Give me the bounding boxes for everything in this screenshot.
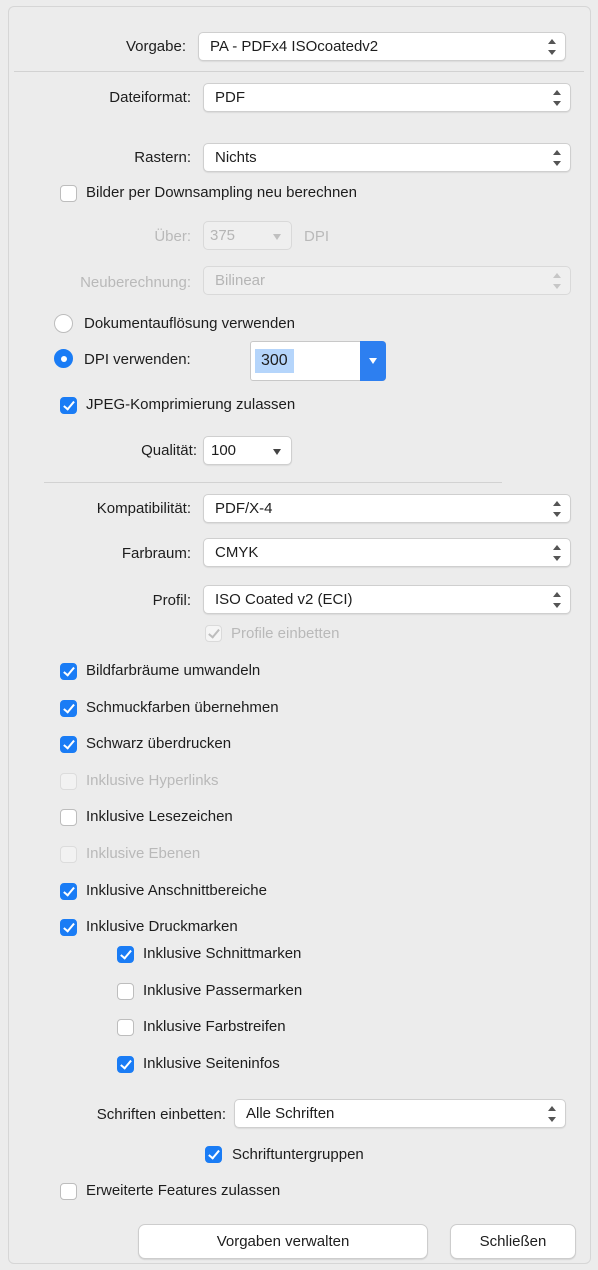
- erweitert-label: Erweiterte Features zulassen: [86, 1182, 281, 1199]
- bildfarbr-ume-umwandeln-label: Bildfarbräume umwandeln: [86, 662, 261, 679]
- schriften-value: Alle Schriften: [246, 1105, 335, 1122]
- kompatibilitaet-value: PDF/X-4: [215, 500, 273, 517]
- inklusive-farbstreifen-label: Inklusive Farbstreifen: [143, 1018, 286, 1036]
- inklusive-farbstreifen-checkbox[interactable]: [117, 1019, 134, 1037]
- rastern-label: Rastern:: [134, 149, 191, 166]
- farbraum-label: Farbraum:: [121, 545, 191, 562]
- profil-label: Profil:: [152, 592, 191, 609]
- schwarz-berdrucken-label: Schwarz überdrucken: [86, 735, 232, 753]
- neuberechnung-popup: Bilinear: [203, 266, 571, 295]
- inklusive-ebenen-label: Inklusive Ebenen: [86, 845, 201, 862]
- profile-einbetten-checkbox: [205, 625, 222, 642]
- up-down-chevron-icon: [548, 39, 556, 55]
- up-down-chevron-icon: [553, 501, 561, 517]
- profil-value: ISO Coated v2 (ECI): [215, 591, 353, 608]
- schwarz-berdrucken-checkbox[interactable]: [60, 736, 77, 754]
- inklusive-anschnittbereiche-checkbox[interactable]: [60, 882, 77, 900]
- neuberechnung-value: Bilinear: [215, 272, 266, 289]
- ueber-popup: 375: [203, 221, 292, 250]
- inklusive-anschnittbereiche-label: Inklusive Anschnittbereiche: [86, 881, 267, 899]
- dateiformat-popup[interactable]: PDF: [203, 83, 571, 112]
- doc-resolution-radio[interactable]: [54, 314, 73, 333]
- inklusive-druckmarken-checkbox[interactable]: [60, 919, 77, 937]
- kompatibilitaet-label: Kompatibilität:: [96, 500, 191, 517]
- chevron-down-icon[interactable]: [360, 341, 386, 381]
- inklusive-seiteninfos-label: Inklusive Seiteninfos: [143, 1054, 280, 1072]
- inklusive-seiteninfos-checkbox[interactable]: [117, 1055, 134, 1073]
- chevron-down-icon: [273, 449, 281, 455]
- inklusive-passermarken-checkbox[interactable]: [117, 982, 134, 1000]
- kompatibilitaet-popup[interactable]: PDF/X-4: [203, 494, 571, 523]
- erweitert-checkbox[interactable]: [60, 1183, 77, 1200]
- inklusive-druckmarken-label: Inklusive Druckmarken: [86, 918, 238, 936]
- dateiformat-value: PDF: [215, 89, 245, 106]
- separator: [14, 71, 584, 72]
- downsampling-checkbox[interactable]: [60, 185, 77, 202]
- up-down-chevron-icon: [553, 545, 561, 561]
- inklusive-hyperlinks-label: Inklusive Hyperlinks: [86, 771, 219, 789]
- up-down-chevron-icon: [553, 592, 561, 608]
- dateiformat-label: Dateiformat:: [109, 89, 191, 106]
- separator: [44, 482, 502, 483]
- farbraum-value: CMYK: [215, 544, 259, 561]
- jpeg-checkbox[interactable]: [60, 397, 77, 414]
- profil-popup[interactable]: ISO Coated v2 (ECI): [203, 585, 571, 614]
- close-button[interactable]: Schließen: [450, 1224, 576, 1259]
- dpi-combobox[interactable]: 300: [250, 341, 386, 381]
- bildfarbr-ume-umwandeln-checkbox[interactable]: [60, 663, 77, 680]
- dpi-label: DPI verwenden:: [84, 351, 191, 368]
- manage-presets-button[interactable]: Vorgaben verwalten: [138, 1224, 428, 1259]
- chevron-down-icon: [273, 234, 281, 240]
- downsampling-label: Bilder per Downsampling neu berechnen: [86, 184, 357, 201]
- doc-resolution-label: Dokumentauflösung verwenden: [84, 315, 295, 332]
- ueber-label: Über:: [154, 228, 191, 245]
- inklusive-lesezeichen-label: Inklusive Lesezeichen: [86, 808, 233, 826]
- up-down-chevron-icon: [548, 1106, 556, 1122]
- rastern-popup[interactable]: Nichts: [203, 143, 571, 172]
- up-down-chevron-icon: [553, 150, 561, 166]
- profile-einbetten-label: Profile einbetten: [231, 625, 340, 642]
- schmuckfarben-bernehmen-checkbox[interactable]: [60, 699, 77, 717]
- schmuckfarben-bernehmen-label: Schmuckfarben übernehmen: [86, 698, 279, 716]
- inklusive-hyperlinks-checkbox: [60, 772, 77, 790]
- up-down-chevron-icon: [553, 90, 561, 106]
- inklusive-passermarken-label: Inklusive Passermarken: [143, 981, 303, 999]
- inklusive-schnittmarken-label: Inklusive Schnittmarken: [143, 945, 302, 962]
- dpi-value[interactable]: 300: [255, 349, 294, 373]
- jpeg-label: JPEG-Komprimierung zulassen: [86, 396, 296, 413]
- vorgabe-popup[interactable]: PA - PDFx4 ISOcoatedv2: [198, 32, 566, 61]
- vorgabe-label: Vorgabe:: [125, 38, 186, 55]
- ueber-unit: DPI: [304, 228, 330, 245]
- farbraum-popup[interactable]: CMYK: [203, 538, 571, 567]
- schriftuntergruppen-checkbox[interactable]: [205, 1146, 222, 1163]
- inklusive-schnittmarken-checkbox[interactable]: [117, 946, 134, 963]
- schriften-popup[interactable]: Alle Schriften: [234, 1099, 566, 1128]
- qualitaet-label: Qualität:: [141, 442, 197, 459]
- rastern-value: Nichts: [215, 149, 257, 166]
- qualitaet-value: 100: [211, 442, 237, 459]
- vorgabe-value: PA - PDFx4 ISOcoatedv2: [210, 38, 379, 55]
- schriftuntergruppen-label: Schriftuntergruppen: [232, 1146, 364, 1163]
- schriften-label: Schriften einbetten:: [96, 1106, 226, 1123]
- neuberechnung-label: Neuberechnung:: [80, 274, 191, 291]
- inklusive-lesezeichen-checkbox[interactable]: [60, 809, 77, 827]
- qualitaet-popup[interactable]: 100: [203, 436, 292, 465]
- ueber-value: 375: [210, 227, 236, 244]
- dpi-radio[interactable]: [54, 349, 73, 368]
- inklusive-ebenen-checkbox: [60, 846, 77, 863]
- up-down-chevron-icon: [553, 273, 561, 289]
